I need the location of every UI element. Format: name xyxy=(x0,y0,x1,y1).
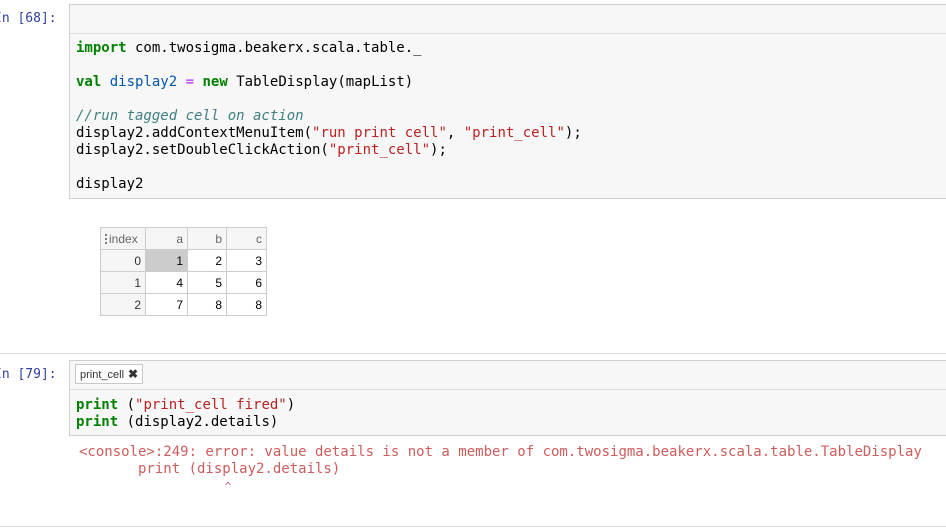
cell-separator-bottom xyxy=(0,526,946,527)
code-line-display: display2 xyxy=(76,176,144,192)
table-cell-index: 2 xyxy=(100,293,146,316)
code-cell-68[interactable]: import com.twosigma.beakerx.scala.table.… xyxy=(69,4,946,199)
cell-tag[interactable]: print_cell ✖ xyxy=(75,364,144,384)
table-cell[interactable]: 2 xyxy=(187,249,227,272)
table-cell[interactable]: 3 xyxy=(226,249,267,272)
drag-handle-icon[interactable] xyxy=(104,233,108,246)
error-output-line-2: print (display2.details) xyxy=(79,461,341,477)
table-cell[interactable]: 4 xyxy=(145,271,188,294)
table-cell[interactable]: 8 xyxy=(187,293,227,316)
table-row[interactable]: 1 4 5 6 xyxy=(100,271,267,294)
table-cell[interactable]: 8 xyxy=(226,293,267,316)
column-header-a[interactable]: a xyxy=(145,227,188,250)
code-line-comment: //run tagged cell on action xyxy=(76,108,304,124)
code-line-print-details: print (display2.details) xyxy=(76,414,279,430)
table-cell[interactable]: 6 xyxy=(226,271,267,294)
error-output-caret: ^ xyxy=(79,480,232,493)
cell-prompt-68: In [68]: xyxy=(0,11,57,26)
column-header-c[interactable]: c xyxy=(226,227,267,250)
table-row[interactable]: 0 1 2 3 xyxy=(100,249,267,272)
cell-tag-strip xyxy=(70,361,946,390)
close-icon[interactable]: ✖ xyxy=(128,367,138,381)
table-cell-selected[interactable]: 1 xyxy=(145,249,188,272)
code-line-import: import com.twosigma.beakerx.scala.table.… xyxy=(76,40,422,56)
column-header-index[interactable]: index xyxy=(100,227,146,250)
column-header-b[interactable]: b xyxy=(187,227,227,250)
table-display[interactable]: index a b c 0 1 2 3 1 4 5 6 2 7 8 8 xyxy=(100,227,267,316)
cell-separator xyxy=(0,353,946,354)
code-line-context-menu: display2.addContextMenuItem("run print c… xyxy=(76,125,582,141)
code-cell-79[interactable]: print_cell ✖ print ("print_cell fired") p… xyxy=(69,360,946,436)
code-line-double-click: display2.setDoubleClickAction("print_cel… xyxy=(76,142,447,158)
code-line-val: val display2 = new TableDisplay(mapList) xyxy=(76,74,414,90)
table-row[interactable]: 2 7 8 8 xyxy=(100,293,267,316)
table-cell-index: 0 xyxy=(100,249,146,272)
error-output-line-1: <console>:249: error: value details is n… xyxy=(79,444,922,460)
code-line-print-fired: print ("print_cell fired") xyxy=(76,397,296,413)
cell-prompt-79: In [79]: xyxy=(0,367,57,382)
cell-toolbar-strip xyxy=(70,5,946,34)
table-header-row: index a b c xyxy=(100,227,267,250)
table-cell[interactable]: 5 xyxy=(187,271,227,294)
table-cell[interactable]: 7 xyxy=(145,293,188,316)
table-cell-index: 1 xyxy=(100,271,146,294)
